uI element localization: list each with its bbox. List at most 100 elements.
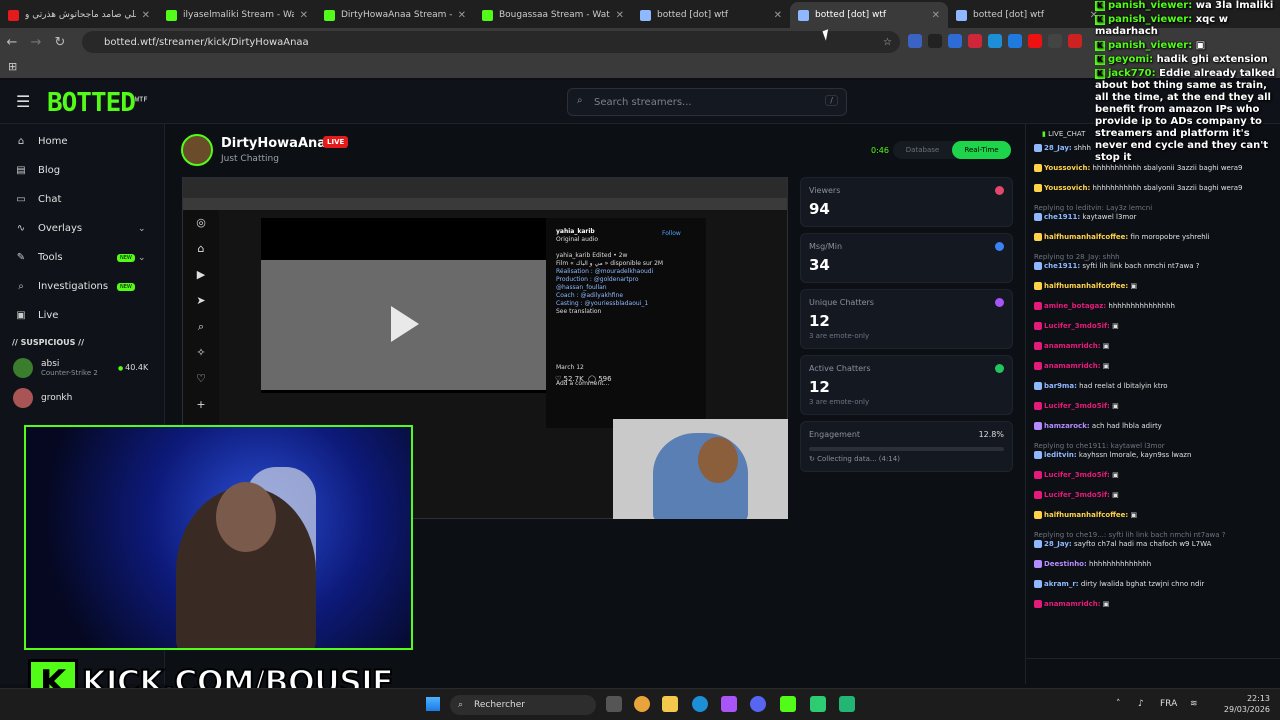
- browser-tab[interactable]: botted [dot] wtf ✕: [790, 2, 948, 28]
- chat-text: sayfto ch7al hadi ma chafoch w9 L7WA: [1073, 540, 1212, 548]
- avatar: [13, 388, 33, 408]
- streamer-webcam: [613, 419, 788, 519]
- chat-username[interactable]: Lucifer_3mdo5if:: [1044, 491, 1110, 499]
- extension-icon[interactable]: [1068, 34, 1082, 48]
- browser-tab[interactable]: botted [dot] wtf ✕: [632, 2, 790, 28]
- chat-message: hamzarock: ach had lhbla adirty: [1026, 422, 1280, 431]
- extension-icon[interactable]: [1008, 34, 1022, 48]
- extension-icon[interactable]: [908, 34, 922, 48]
- badge-icon: [1034, 511, 1042, 519]
- chat-username[interactable]: Youssovich:: [1044, 184, 1090, 192]
- chat-username[interactable]: halfhumanhalfcoffee:: [1044, 233, 1128, 241]
- sidebar-item-overlays[interactable]: ∿ Overlays ⌄: [0, 214, 164, 243]
- chat-username[interactable]: akram_r:: [1044, 580, 1079, 588]
- chat-username[interactable]: bar9ma:: [1044, 382, 1077, 390]
- sidebar-item-blog[interactable]: ▤ Blog: [0, 156, 164, 185]
- badge-icon: [1034, 491, 1042, 499]
- wifi-icon[interactable]: ≋: [1190, 699, 1198, 709]
- chat-username[interactable]: Lucifer_3mdo5if:: [1044, 471, 1110, 479]
- app-icon[interactable]: [810, 696, 826, 712]
- forward-icon[interactable]: →: [24, 35, 48, 50]
- chevron-down-icon[interactable]: ⌄: [138, 253, 146, 263]
- extension-icon[interactable]: [928, 34, 942, 48]
- browser-tab[interactable]: ilyaselmaliki Stream - Watch ✕: [158, 2, 316, 28]
- chat-username[interactable]: amine_botagaz:: [1044, 302, 1106, 310]
- close-icon[interactable]: ✕: [932, 10, 940, 21]
- language-indicator[interactable]: FRA: [1160, 699, 1177, 709]
- edge-icon[interactable]: [692, 696, 708, 712]
- extension-icon[interactable]: [948, 34, 962, 48]
- close-icon[interactable]: ✕: [616, 10, 624, 21]
- close-icon[interactable]: ✕: [458, 10, 466, 21]
- message-icon: [995, 242, 1004, 251]
- suspicious-item[interactable]: gronkh: [0, 383, 164, 413]
- suspicious-item[interactable]: absiCounter-Strike 2 40.4K: [0, 353, 164, 383]
- app-icon[interactable]: [721, 696, 737, 712]
- suspicious-name: gronkh: [41, 393, 73, 403]
- browser-tab[interactable]: DirtyHowaAnaa Stream - W ✕: [316, 2, 474, 28]
- browser-tab[interactable]: علي صامد ماجحاتوش هذرتي و ✕: [0, 2, 158, 28]
- chat-username[interactable]: anamamridch:: [1044, 600, 1101, 608]
- file-explorer-icon[interactable]: [662, 696, 678, 712]
- chat-username[interactable]: Deestinho:: [1044, 560, 1087, 568]
- unique-label: Unique Chatters: [809, 298, 874, 307]
- chevron-down-icon[interactable]: ⌄: [138, 224, 146, 234]
- chat-username[interactable]: Lucifer_3mdo5if:: [1044, 322, 1110, 330]
- chat-username[interactable]: halfhumanhalfcoffee:: [1044, 511, 1128, 519]
- browser-tab[interactable]: Bougassaa Stream - Watch ✕: [474, 2, 632, 28]
- chrome-icon[interactable]: [634, 696, 650, 712]
- sidebar-item-investigations[interactable]: ⌕ Investigations NEW: [0, 272, 164, 301]
- task-view-icon[interactable]: [606, 696, 622, 712]
- clock[interactable]: 22:13 29/03/2026: [1224, 693, 1270, 715]
- youtube-icon[interactable]: [1028, 34, 1042, 48]
- sidebar-item-home[interactable]: ⌂ Home: [0, 127, 164, 156]
- reload-icon[interactable]: ↻: [48, 35, 72, 50]
- app-icon[interactable]: [839, 696, 855, 712]
- sidebar-nav: ⌂ Home ▤ Blog ▭ Chat ∿ Overlays ⌄ ✎ Tools NEW ⌄ ⌕ Inve…: [0, 124, 164, 330]
- chat-username[interactable]: 28_Jay:: [1044, 540, 1072, 548]
- discord-icon[interactable]: [750, 696, 766, 712]
- extension-icon[interactable]: [988, 34, 1002, 48]
- chat-username[interactable]: halfhumanhalfcoffee:: [1044, 282, 1128, 290]
- favicon-icon: [956, 9, 967, 21]
- realtime-mode-button[interactable]: Real-Time: [952, 141, 1011, 159]
- url-field[interactable]: botted.wtf/streamer/kick/DirtyHowaAnaa ☆: [82, 31, 900, 53]
- chat-username[interactable]: hamzarock:: [1044, 422, 1090, 430]
- apps-grid-icon[interactable]: ⊞: [8, 60, 17, 73]
- chat-username[interactable]: anamamridch:: [1044, 362, 1101, 370]
- chat-username[interactable]: anamamridch:: [1044, 342, 1101, 350]
- star-icon[interactable]: ☆: [883, 37, 892, 48]
- extension-icon[interactable]: [968, 34, 982, 48]
- database-mode-button[interactable]: Database: [893, 141, 952, 159]
- taskbar-search[interactable]: Rechercher: [450, 695, 596, 715]
- close-icon[interactable]: ✕: [300, 10, 308, 21]
- sidebar-item-live[interactable]: ▣ Live: [0, 301, 164, 330]
- chat-username[interactable]: che1911:: [1044, 213, 1080, 221]
- chat-username[interactable]: Lucifer_3mdo5if:: [1044, 402, 1110, 410]
- active-sub: 3 are emote-only: [809, 398, 870, 406]
- close-icon[interactable]: ✕: [774, 10, 782, 21]
- kick-icon[interactable]: [780, 696, 796, 712]
- chat-message: Replying to che1911: kaytawel l3mor ledit…: [1026, 442, 1280, 460]
- site-logo[interactable]: BOTTEDWTF: [47, 88, 148, 118]
- search-input[interactable]: ⌕ Search streamers... /: [567, 88, 847, 116]
- chat-username[interactable]: che1911:: [1044, 262, 1080, 270]
- chat-username[interactable]: leditvin:: [1044, 451, 1077, 459]
- microphone-icon[interactable]: ♪: [1138, 699, 1144, 709]
- chat-message: Lucifer_3mdo5if: ▣: [1026, 491, 1280, 500]
- windows-start-icon[interactable]: [426, 697, 440, 711]
- close-icon[interactable]: ✕: [142, 10, 150, 21]
- sidebar-item-tools[interactable]: ✎ Tools NEW ⌄: [0, 243, 164, 272]
- sidebar-item-chat[interactable]: ▭ Chat: [0, 185, 164, 214]
- chat-username[interactable]: 28_Jay:: [1044, 144, 1072, 152]
- chat-text: ach had lhbla adirty: [1091, 422, 1162, 430]
- back-icon[interactable]: ←: [0, 35, 24, 50]
- unique-value: 12: [809, 312, 830, 330]
- browser-tab[interactable]: botted [dot] wtf ✕: [948, 2, 1106, 28]
- extension-icon[interactable]: [1048, 34, 1062, 48]
- chat-username[interactable]: Youssovich:: [1044, 164, 1090, 172]
- channel-name[interactable]: DirtyHowaAnaa: [221, 136, 335, 151]
- chat-footer: [1026, 658, 1280, 684]
- chevron-up-icon[interactable]: ˄: [1116, 699, 1121, 709]
- menu-icon[interactable]: ☰: [16, 92, 30, 111]
